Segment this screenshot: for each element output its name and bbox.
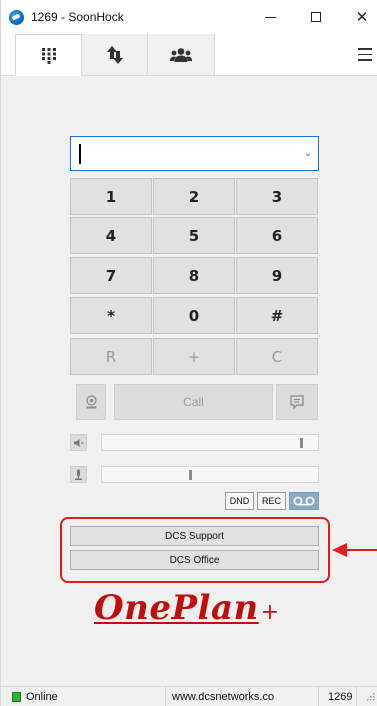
- key-clear[interactable]: C: [236, 338, 318, 375]
- tab-keypad[interactable]: [15, 34, 82, 76]
- key-4[interactable]: 4: [70, 217, 152, 254]
- minimize-icon: [264, 16, 276, 18]
- mic-mute-button[interactable]: [70, 466, 87, 483]
- online-status-icon: [12, 691, 21, 702]
- dial-number-combobox[interactable]: ⌄: [70, 136, 319, 171]
- minimize-button[interactable]: [247, 0, 293, 34]
- speaker-icon: [74, 438, 84, 447]
- annotation-arrow-head: [332, 543, 347, 557]
- title-bar[interactable]: 1269 - SoonHock ✕: [1, 0, 377, 34]
- key-0[interactable]: 0: [153, 297, 235, 334]
- speed-dial-dcs-support[interactable]: DCS Support: [70, 526, 319, 546]
- logo-plus: +: [260, 600, 280, 625]
- oneplan-logo: OnePlan +: [94, 588, 279, 632]
- transfer-arrows-icon: [106, 45, 123, 64]
- extension-text: 1269: [328, 690, 353, 703]
- key-star[interactable]: *: [70, 297, 152, 334]
- logo-text: OnePlan: [94, 588, 259, 628]
- key-hash[interactable]: #: [236, 297, 318, 334]
- video-call-button[interactable]: [76, 384, 106, 420]
- dnd-button[interactable]: DND: [225, 492, 254, 510]
- tab-bar: [1, 34, 377, 76]
- contacts-icon: [170, 47, 192, 62]
- window-title: 1269 - SoonHock: [31, 10, 124, 24]
- chat-icon: [290, 394, 304, 409]
- speaker-volume-slider[interactable]: [101, 434, 319, 451]
- status-extension: 1269: [319, 687, 357, 706]
- chevron-down-icon[interactable]: ⌄: [304, 148, 312, 159]
- key-9[interactable]: 9: [236, 257, 318, 294]
- microphone-icon: [75, 469, 82, 480]
- softphone-window: 1269 - SoonHock ✕ ⌄ 1 2 3 4 5 6 7 8 9 * …: [0, 0, 377, 706]
- website-text: www.dcsnetworks.co: [172, 690, 275, 703]
- keypad-icon: [41, 47, 56, 64]
- dial-number-input[interactable]: [83, 143, 283, 165]
- maximize-button[interactable]: [293, 0, 339, 34]
- speaker-volume-thumb[interactable]: [300, 438, 303, 448]
- mic-volume-slider[interactable]: [101, 466, 319, 483]
- annotation-arrow-line: [346, 549, 377, 551]
- key-6[interactable]: 6: [236, 217, 318, 254]
- key-redial[interactable]: R: [70, 338, 152, 375]
- app-logo-icon: [9, 10, 24, 25]
- tab-contacts[interactable]: [148, 34, 215, 76]
- status-online: Online: [1, 687, 166, 706]
- status-website: www.dcsnetworks.co: [166, 687, 319, 706]
- key-3[interactable]: 3: [236, 178, 318, 215]
- speaker-mute-button[interactable]: [70, 434, 87, 451]
- message-button[interactable]: [276, 384, 318, 420]
- close-button[interactable]: ✕: [339, 0, 377, 34]
- key-8[interactable]: 8: [153, 257, 235, 294]
- text-caret: [79, 144, 81, 164]
- hamburger-menu-icon[interactable]: [358, 48, 372, 61]
- maximize-icon: [311, 12, 321, 22]
- call-button[interactable]: Call: [114, 384, 273, 420]
- speed-dial-dcs-office[interactable]: DCS Office: [70, 550, 319, 570]
- rec-button[interactable]: REC: [257, 492, 286, 510]
- voicemail-button[interactable]: [289, 492, 319, 510]
- tab-transfer[interactable]: [82, 34, 148, 76]
- mic-volume-thumb[interactable]: [189, 470, 192, 480]
- key-7[interactable]: 7: [70, 257, 152, 294]
- resize-grip-icon[interactable]: [365, 691, 375, 701]
- status-label: Online: [26, 690, 58, 703]
- status-bar: Online www.dcsnetworks.co 1269: [1, 686, 377, 706]
- voicemail-icon: [293, 496, 315, 506]
- close-icon: ✕: [355, 8, 369, 26]
- key-1[interactable]: 1: [70, 178, 152, 215]
- webcam-icon: [85, 395, 97, 409]
- key-5[interactable]: 5: [153, 217, 235, 254]
- key-2[interactable]: 2: [153, 178, 235, 215]
- key-plus[interactable]: +: [153, 338, 235, 375]
